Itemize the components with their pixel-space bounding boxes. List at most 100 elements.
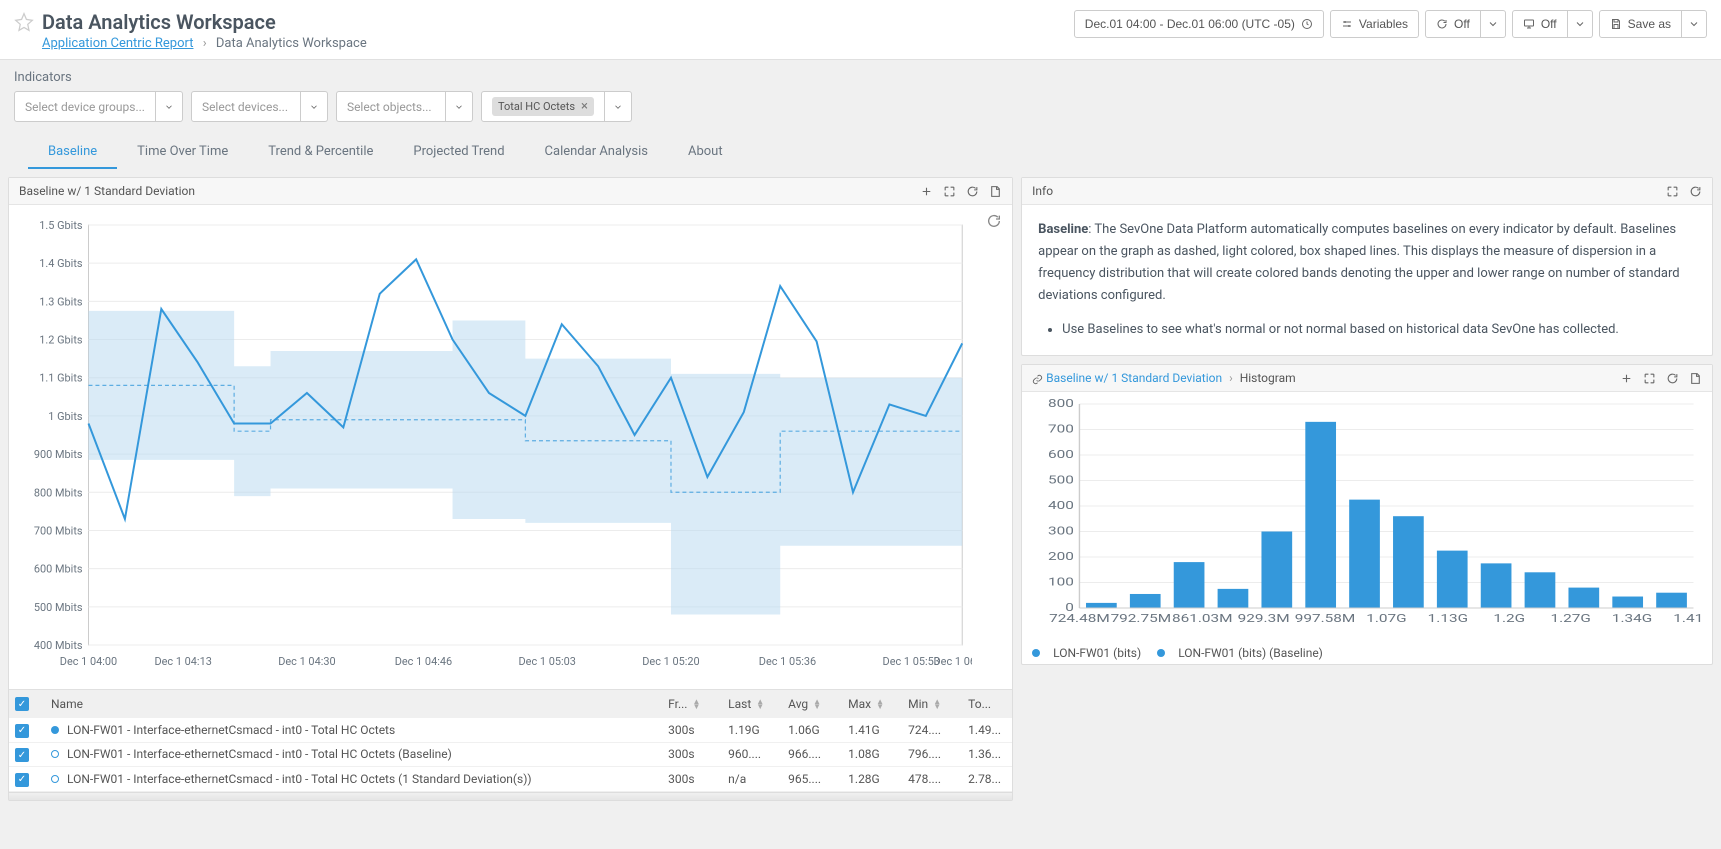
breadcrumb: Application Centric Report › Data Analyt… — [42, 36, 1074, 51]
save-as-button[interactable]: Save as — [1599, 10, 1682, 38]
svg-text:1.2 Gbits: 1.2 Gbits — [39, 334, 83, 347]
svg-text:Dec 1 04:30: Dec 1 04:30 — [278, 655, 335, 668]
col-avg[interactable]: Avg▲▼ — [782, 695, 842, 713]
device-groups-selector[interactable]: Select device groups... — [14, 91, 183, 122]
series-color-dot — [51, 726, 59, 734]
chevron-down-icon — [1487, 18, 1499, 30]
row-checkbox[interactable] — [15, 724, 29, 738]
row-checkbox[interactable] — [15, 748, 29, 762]
baseline-chart-panel: Baseline w/ 1 Standard Deviation 400 Mbi… — [8, 177, 1013, 801]
objects-selector[interactable]: Select objects... — [336, 91, 473, 122]
indicator-token: Total HC Octets × — [492, 97, 594, 116]
svg-text:300: 300 — [1048, 526, 1074, 538]
display-off-button[interactable]: Off — [1512, 10, 1568, 38]
svg-text:Dec 1 06:00: Dec 1 06:00 — [934, 655, 973, 668]
table-row[interactable]: LON-FW01 - Interface-ethernetCsmacd - in… — [9, 767, 1012, 792]
clock-icon — [1301, 18, 1313, 30]
export-icon[interactable] — [989, 185, 1002, 198]
favorite-star-icon[interactable] — [14, 12, 34, 32]
series-color-dot — [51, 750, 59, 758]
svg-text:1.27G: 1.27G — [1551, 613, 1591, 625]
svg-text:1.2G: 1.2G — [1494, 613, 1526, 625]
chevron-down-icon — [1574, 18, 1586, 30]
svg-text:500: 500 — [1048, 475, 1074, 487]
series-legend-table: Name Fr...▲▼ Last▲▼ Avg▲▼ Max▲▼ Min▲▼ To… — [9, 689, 1012, 800]
panel-title: Info — [1032, 184, 1666, 198]
chevron-down-icon — [164, 102, 174, 112]
expand-icon[interactable] — [1666, 185, 1679, 198]
variables-button[interactable]: Variables — [1330, 10, 1419, 38]
devices-selector[interactable]: Select devices... — [191, 91, 328, 122]
col-total[interactable]: To... — [962, 695, 1012, 713]
time-range-button[interactable]: Dec.01 04:00 - Dec.01 06:00 (UTC -05) — [1074, 10, 1324, 38]
svg-text:600: 600 — [1048, 449, 1074, 461]
refresh-off-button[interactable]: Off — [1425, 10, 1481, 38]
sliders-icon — [1341, 18, 1353, 30]
refresh-off-dropdown[interactable] — [1481, 10, 1506, 38]
row-checkbox[interactable] — [15, 773, 29, 787]
svg-text:929.3M: 929.3M — [1238, 613, 1290, 625]
export-icon[interactable] — [1689, 372, 1702, 385]
svg-text:Dec 1 05:03: Dec 1 05:03 — [519, 655, 576, 668]
tab-baseline[interactable]: Baseline — [28, 136, 117, 169]
svg-text:Dec 1 04:46: Dec 1 04:46 — [395, 655, 452, 668]
refresh-icon[interactable] — [1689, 185, 1702, 198]
svg-text:997.58M: 997.58M — [1295, 613, 1356, 625]
baseline-line-chart[interactable]: 400 Mbits500 Mbits600 Mbits700 Mbits800 … — [19, 215, 972, 675]
svg-text:1.4 Gbits: 1.4 Gbits — [39, 257, 83, 270]
svg-text:1.41G: 1.41G — [1673, 613, 1702, 625]
display-off-dropdown[interactable] — [1568, 10, 1593, 38]
histogram-panel: Baseline w/ 1 Standard Deviation › Histo… — [1021, 364, 1713, 665]
page-title: Data Analytics Workspace — [42, 10, 1074, 34]
breadcrumb-root-link[interactable]: Application Centric Report — [42, 36, 194, 51]
save-as-dropdown[interactable] — [1682, 10, 1707, 38]
col-freq[interactable]: Fr...▲▼ — [662, 695, 722, 713]
expand-icon[interactable] — [943, 185, 956, 198]
table-row[interactable]: LON-FW01 - Interface-ethernetCsmacd - in… — [9, 743, 1012, 768]
svg-text:800: 800 — [1048, 398, 1074, 410]
indicators-selector[interactable]: Total HC Octets × — [481, 91, 632, 122]
tab-calendar-analysis[interactable]: Calendar Analysis — [525, 136, 668, 169]
refresh-icon[interactable] — [966, 185, 979, 198]
chart-refresh-icon[interactable] — [986, 213, 1002, 229]
svg-text:700 Mbits: 700 Mbits — [34, 524, 83, 537]
refresh-icon[interactable] — [1666, 372, 1679, 385]
svg-text:1.07G: 1.07G — [1366, 613, 1406, 625]
tab-trend-percentile[interactable]: Trend & Percentile — [248, 136, 393, 169]
svg-text:1 Gbits: 1 Gbits — [48, 410, 83, 423]
monitor-icon — [1523, 18, 1535, 30]
histogram-breadcrumb-link[interactable]: Baseline w/ 1 Standard Deviation — [1046, 371, 1222, 385]
page-header: Data Analytics Workspace Application Cen… — [0, 0, 1721, 60]
svg-text:400: 400 — [1048, 500, 1074, 512]
svg-text:900 Mbits: 900 Mbits — [34, 448, 83, 461]
tab-about[interactable]: About — [668, 136, 743, 169]
chevron-right-icon: › — [203, 36, 207, 51]
add-icon[interactable] — [1620, 372, 1633, 385]
analysis-tabs: Baseline Time Over Time Trend & Percenti… — [14, 122, 1707, 169]
horizontal-scrollbar[interactable] — [9, 792, 1012, 800]
chevron-down-icon — [309, 102, 319, 112]
chevron-down-icon — [1688, 18, 1700, 30]
svg-text:Dec 1 04:13: Dec 1 04:13 — [154, 655, 211, 668]
col-name[interactable]: Name — [45, 695, 662, 713]
select-all-checkbox[interactable] — [15, 697, 29, 711]
col-last[interactable]: Last▲▼ — [722, 695, 782, 713]
svg-text:792.75M: 792.75M — [1111, 613, 1172, 625]
histogram-chart[interactable]: 0100200300400500600700800724.48M792.75M8… — [1032, 398, 1702, 628]
table-row[interactable]: LON-FW01 - Interface-ethernetCsmacd - in… — [9, 718, 1012, 743]
add-icon[interactable] — [920, 185, 933, 198]
svg-text:200: 200 — [1048, 551, 1074, 563]
expand-icon[interactable] — [1643, 372, 1656, 385]
svg-text:861.03M: 861.03M — [1172, 613, 1233, 625]
remove-token-button[interactable]: × — [581, 100, 588, 113]
svg-text:Dec 1 04:00: Dec 1 04:00 — [60, 655, 117, 668]
col-min[interactable]: Min▲▼ — [902, 695, 962, 713]
svg-text:1.34G: 1.34G — [1612, 613, 1652, 625]
series-color-dot — [51, 775, 59, 783]
tab-time-over-time[interactable]: Time Over Time — [117, 136, 248, 169]
col-max[interactable]: Max▲▼ — [842, 695, 902, 713]
tab-projected-trend[interactable]: Projected Trend — [393, 136, 524, 169]
info-panel: Info Baseline: The SevOne Data Platform … — [1021, 177, 1713, 356]
chevron-down-icon — [613, 102, 623, 112]
svg-text:Dec 1 05:53: Dec 1 05:53 — [883, 655, 940, 668]
